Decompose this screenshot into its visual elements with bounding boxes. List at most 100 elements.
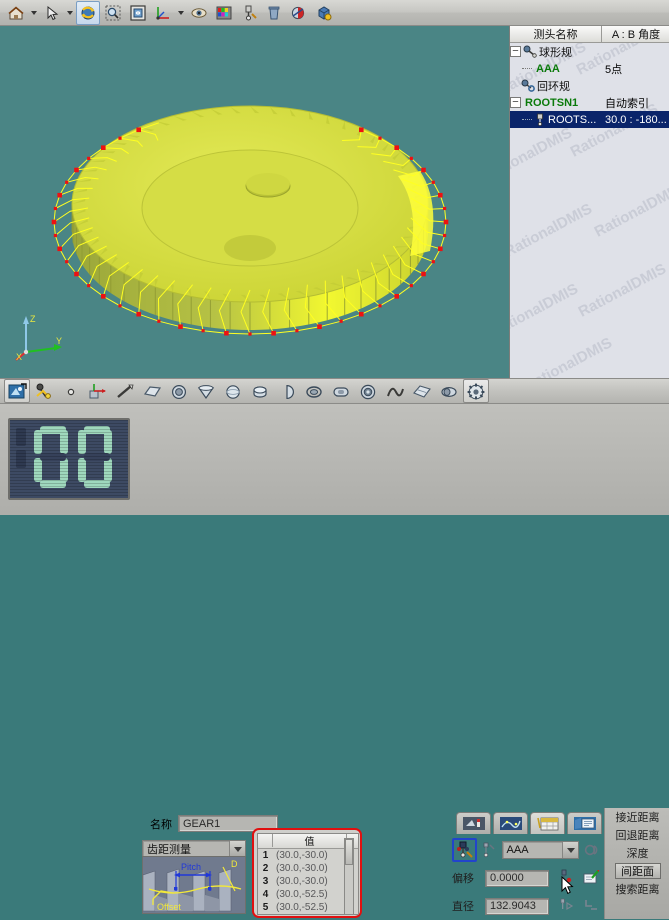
scrollbar-thumb[interactable] [345, 839, 353, 865]
auto-measure-icon[interactable] [31, 379, 57, 403]
row-value: (30.0,-30.0) [273, 850, 347, 861]
probe-tip-icon [534, 113, 546, 126]
table-row[interactable]: 3 (30.0,-30.0) [258, 875, 358, 888]
circle-icon[interactable] [166, 379, 192, 403]
3d-viewport[interactable]: Z Y X [0, 26, 509, 378]
col-index [258, 834, 273, 847]
depth-label[interactable]: 深度 [605, 844, 669, 862]
render-mode-icon[interactable] [287, 1, 311, 25]
offset-input[interactable]: 0.0000 [485, 870, 549, 887]
settings-cube-icon[interactable] [312, 1, 336, 25]
zoom-window-icon[interactable] [101, 1, 125, 25]
tab-table[interactable] [530, 812, 565, 834]
tree-row-ring-gauge[interactable]: 回环规 [510, 77, 669, 94]
lcd-display [8, 418, 130, 500]
bottom-panel: 名称 GEAR1 齿距测量 [0, 404, 669, 515]
rationaldmis-window: Z Y X RationalDMIS RationalDMIS Rational… [0, 0, 669, 515]
delete-icon[interactable] [262, 1, 286, 25]
tree-label: ROOTSN1 [525, 97, 578, 109]
table-row[interactable]: 4 (30.0,-52.5) [258, 888, 358, 901]
retract-distance-label[interactable]: 回退距离 [605, 826, 669, 844]
link-probe-icon[interactable] [579, 838, 604, 862]
tree-value [602, 43, 669, 60]
name-label: 名称 [150, 816, 174, 832]
table-scrollbar[interactable] [344, 838, 354, 915]
table-row[interactable]: 1 (30.0,-30.0) [258, 849, 358, 862]
expander-icon[interactable]: – [510, 46, 521, 57]
pitch-offset-diagram[interactable]: Pitch D Offset [142, 856, 246, 914]
table-row[interactable]: 2 (30.0,-30.0) [258, 862, 358, 875]
gear-icon[interactable] [463, 379, 489, 403]
plane-icon[interactable] [139, 379, 165, 403]
curve-icon[interactable] [382, 379, 408, 403]
probe-tree-panel[interactable]: RationalDMIS RationalDMIS RationalDMIS R… [509, 26, 669, 378]
offset-apply-button[interactable] [579, 866, 604, 890]
tree-row-sphere-gauge[interactable]: – 球形规 [510, 43, 669, 60]
surface-icon[interactable] [409, 379, 435, 403]
fit-view-icon[interactable] [126, 1, 150, 25]
diameter-input[interactable]: 132.9043 [485, 898, 549, 915]
point-icon[interactable] [58, 379, 84, 403]
torus-icon[interactable] [355, 379, 381, 403]
values-table-header: 值 [258, 834, 358, 849]
approach-distance-label[interactable]: 接近距离 [605, 808, 669, 826]
svg-text:X: X [16, 352, 22, 362]
tree-header: 测头名称 A : B 角度 [510, 26, 669, 43]
probe-select[interactable]: AAA [502, 841, 580, 859]
eye-view-icon[interactable] [187, 1, 211, 25]
tree-header-name[interactable]: 测头名称 [510, 26, 602, 42]
tree-row-aaa[interactable]: AAA 5点 [510, 60, 669, 77]
tree-value: 自动索引 [602, 94, 669, 111]
tab-probe[interactable] [456, 812, 491, 834]
probe-icon[interactable] [237, 1, 261, 25]
cylinder-icon[interactable] [247, 379, 273, 403]
probe-settings-button[interactable] [452, 838, 477, 862]
home-icon[interactable] [4, 1, 28, 25]
select-dropdown-arrow[interactable] [65, 2, 74, 24]
coordinate-system-icon[interactable] [85, 379, 111, 403]
tree-label: 回环规 [537, 78, 570, 94]
probe-calibrate-button[interactable] [477, 838, 502, 862]
svg-text:Z: Z [30, 314, 36, 324]
chevron-down-icon[interactable] [562, 842, 578, 858]
color-palette-icon[interactable] [212, 1, 236, 25]
diameter-reset-icon[interactable] [579, 894, 604, 918]
col-value[interactable]: 值 [273, 834, 347, 847]
search-distance-label[interactable]: 搜索距离 [605, 880, 669, 898]
table-row[interactable]: 5 (30.0,-52.5) [258, 901, 358, 914]
cylinder2-icon[interactable] [436, 379, 462, 403]
ellipse-icon[interactable] [301, 379, 327, 403]
tree-body: – 球形规 AAA 5点 [510, 43, 669, 128]
cad-model-icon[interactable] [4, 379, 30, 403]
tree-header-angle[interactable]: A : B 角度 [602, 26, 669, 42]
chevron-down-icon[interactable] [229, 841, 245, 857]
row-index: 3 [258, 876, 273, 887]
gear-model[interactable] [0, 26, 509, 378]
tree-value: 30.0 : -180... [602, 111, 669, 128]
sphere-icon[interactable] [220, 379, 246, 403]
pitch-face-button[interactable]: 间距面 [615, 863, 661, 879]
tab-report[interactable] [567, 812, 602, 834]
axis-dropdown-arrow[interactable] [176, 2, 185, 24]
probe-select-value: AAA [503, 844, 563, 856]
tab-path[interactable] [493, 812, 528, 834]
slot-icon[interactable] [328, 379, 354, 403]
measure-mode-value: 齿距测量 [143, 841, 229, 857]
line-icon[interactable] [112, 379, 138, 403]
row-index: 4 [258, 889, 273, 900]
arc-icon[interactable] [274, 379, 300, 403]
tree-row-roots-selected[interactable]: ROOTS... 30.0 : -180... [510, 111, 669, 128]
expander-icon[interactable]: – [510, 97, 521, 108]
cone-icon[interactable] [193, 379, 219, 403]
select-cursor-icon[interactable] [40, 1, 64, 25]
diameter-measure-icon[interactable] [553, 894, 578, 918]
tree-row-rootsn1[interactable]: – ROOTSN1 自动索引 [510, 94, 669, 111]
thumb-d-label: D [231, 859, 238, 869]
ring-gauge-icon [521, 79, 535, 92]
axis-icon[interactable] [151, 1, 175, 25]
rotate-view-icon[interactable] [76, 1, 100, 25]
values-table[interactable]: 值 1 (30.0,-30.0) 2 (30.0,-30.0) 3 (30.0,… [257, 833, 359, 915]
diameter-row: 直径 132.9043 [452, 892, 604, 920]
mouse-cursor [561, 876, 575, 896]
home-dropdown-arrow[interactable] [29, 2, 38, 24]
